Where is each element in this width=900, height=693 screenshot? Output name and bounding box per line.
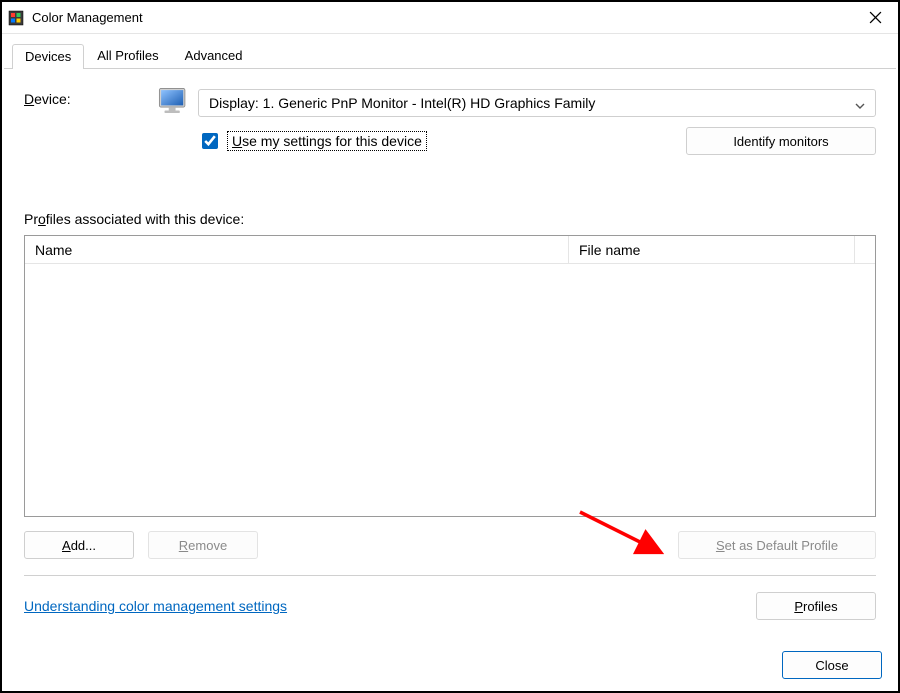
monitor-icon bbox=[156, 85, 190, 119]
remove-button: Remove bbox=[148, 531, 258, 559]
identify-monitors-button[interactable]: Identify monitors bbox=[686, 127, 876, 155]
device-select[interactable]: Display: 1. Generic PnP Monitor - Intel(… bbox=[198, 89, 876, 117]
app-icon bbox=[8, 10, 24, 26]
tab-advanced[interactable]: Advanced bbox=[172, 43, 256, 68]
device-options-row: Use my settings for this device Identify… bbox=[198, 127, 876, 155]
tab-all-profiles[interactable]: All Profiles bbox=[84, 43, 171, 68]
divider bbox=[24, 575, 876, 576]
profiles-col-name[interactable]: Name bbox=[25, 236, 569, 263]
use-my-settings-label: Use my settings for this device bbox=[227, 131, 427, 151]
add-button[interactable]: Add... bbox=[24, 531, 134, 559]
profiles-section-label: Profiles associated with this device: bbox=[24, 211, 876, 227]
set-default-profile-button: Set as Default Profile bbox=[678, 531, 876, 559]
window-title: Color Management bbox=[32, 10, 852, 25]
profiles-col-spacer bbox=[855, 236, 875, 263]
use-my-settings-input[interactable] bbox=[202, 133, 218, 149]
chevron-down-icon bbox=[855, 98, 865, 108]
close-button[interactable]: Close bbox=[782, 651, 882, 679]
window-titlebar: Color Management bbox=[2, 2, 898, 34]
profiles-header: Name File name bbox=[25, 236, 875, 264]
device-label: Device: bbox=[24, 89, 144, 107]
window-close-button[interactable] bbox=[852, 2, 898, 33]
profiles-button-row: Add... Remove Set as Default Profile bbox=[24, 531, 876, 559]
profiles-col-filename[interactable]: File name bbox=[569, 236, 855, 263]
profiles-button[interactable]: Profiles bbox=[756, 592, 876, 620]
tab-content: Device: Display: 1. Generic PnP Monitor … bbox=[2, 69, 898, 620]
tab-strip: Devices All Profiles Advanced bbox=[2, 40, 898, 68]
footer-row: Understanding color management settings … bbox=[24, 592, 876, 620]
tab-devices[interactable]: Devices bbox=[12, 44, 84, 69]
bottom-bar: Close bbox=[782, 651, 882, 679]
device-select-value: Display: 1. Generic PnP Monitor - Intel(… bbox=[209, 95, 595, 111]
profiles-listbox[interactable]: Name File name bbox=[24, 235, 876, 517]
device-row: Device: Display: 1. Generic PnP Monitor … bbox=[24, 89, 876, 155]
use-my-settings-checkbox[interactable]: Use my settings for this device bbox=[198, 130, 427, 152]
understanding-color-link[interactable]: Understanding color management settings bbox=[24, 598, 287, 614]
